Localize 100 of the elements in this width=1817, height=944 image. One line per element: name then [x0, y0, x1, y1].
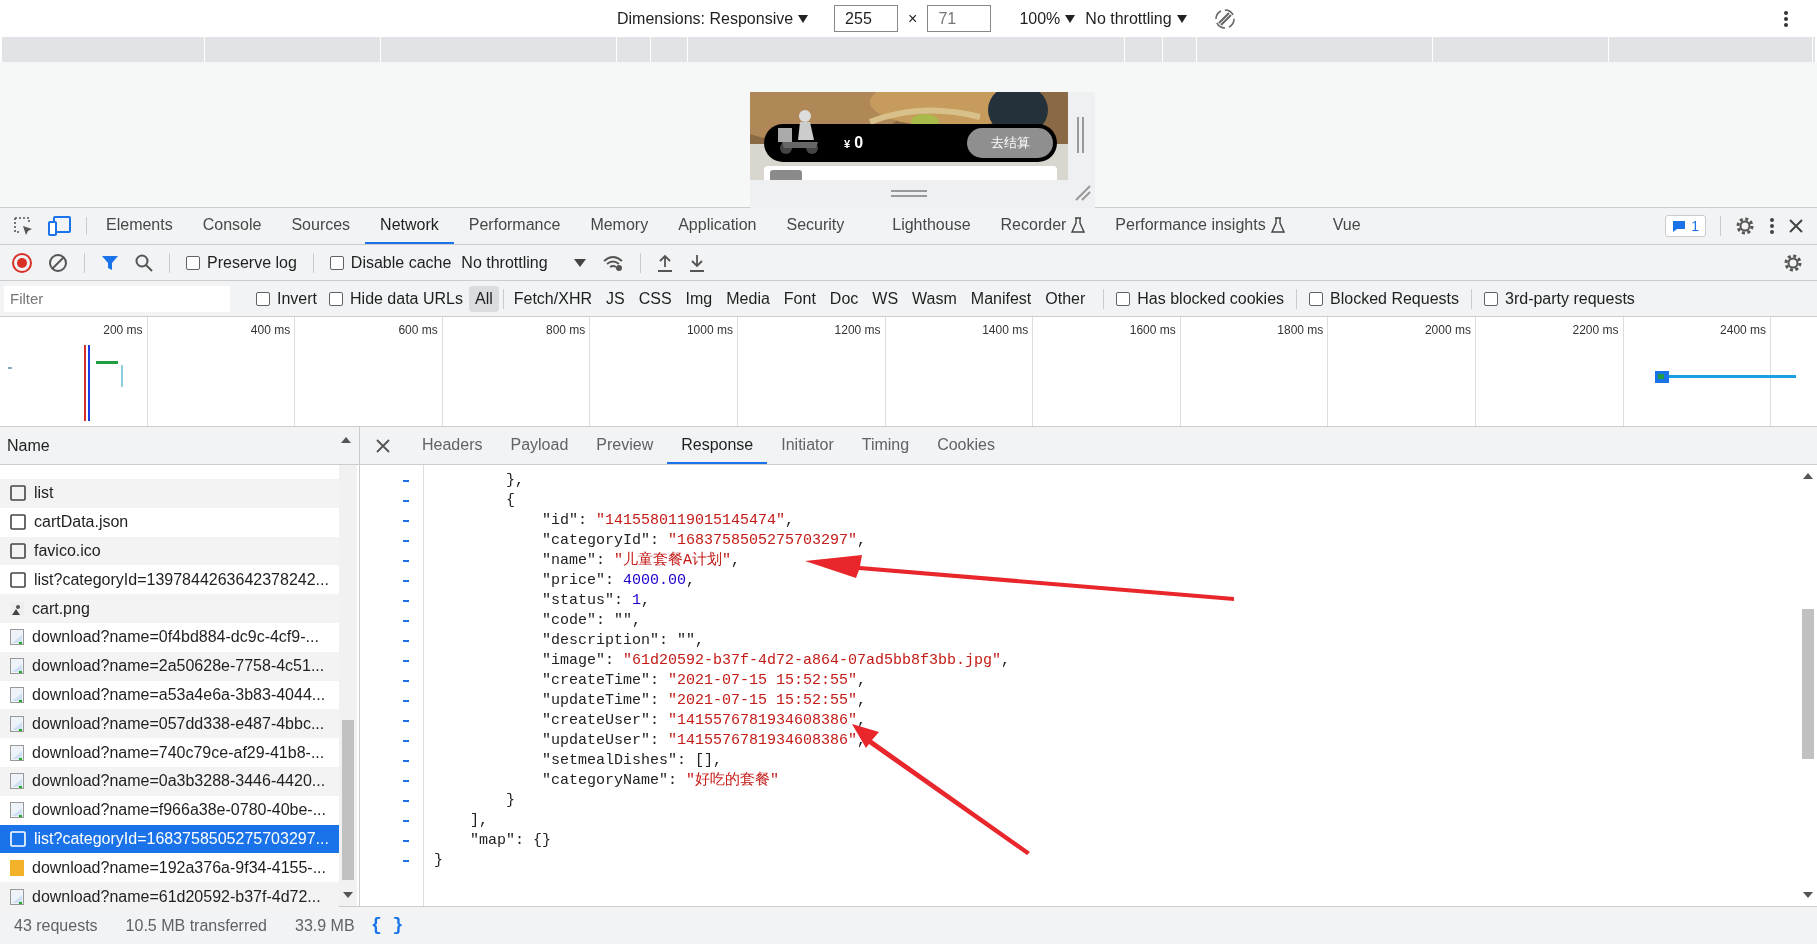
detail-tab[interactable]: Preview [582, 427, 668, 464]
fold-marker[interactable] [403, 760, 409, 762]
settings-icon[interactable] [1783, 252, 1803, 273]
filter-field[interactable]: Filter [4, 285, 230, 312]
clear-icon[interactable] [48, 252, 68, 273]
upload-icon[interactable] [656, 253, 673, 272]
fold-marker[interactable] [403, 540, 409, 542]
zoom-dropdown[interactable]: 100% [1019, 6, 1076, 31]
rotate-icon[interactable] [1212, 6, 1237, 31]
fold-marker[interactable] [403, 680, 409, 682]
fold-marker[interactable] [403, 820, 409, 822]
checkbox-label[interactable]: Disable cache [350, 250, 452, 275]
detail-tab[interactable]: Cookies [923, 427, 1009, 464]
type-filter[interactable]: WS [866, 285, 905, 312]
fold-marker[interactable] [403, 720, 409, 722]
detail-tab[interactable]: Payload [496, 427, 583, 464]
network-conditions-icon[interactable] [601, 253, 624, 272]
record-icon[interactable] [12, 252, 32, 273]
fold-marker[interactable] [403, 640, 409, 642]
throttling-dropdown[interactable]: No throttling [461, 250, 586, 275]
close-icon[interactable] [376, 438, 390, 453]
fold-marker[interactable] [403, 860, 409, 862]
request-row[interactable]: cart.png [0, 594, 339, 623]
close-icon[interactable] [1789, 219, 1803, 233]
fold-marker[interactable] [403, 520, 409, 522]
more-icon[interactable] [1769, 217, 1775, 235]
checkbox[interactable] [186, 255, 200, 270]
type-filter[interactable]: JS [600, 285, 631, 312]
scrollbar-thumb[interactable] [1802, 609, 1814, 759]
column-header[interactable]: Name [7, 433, 50, 458]
scroll-up-icon[interactable] [1803, 473, 1813, 479]
detail-tab[interactable]: Headers [408, 427, 497, 464]
devtools-tab[interactable]: Application [663, 208, 772, 244]
issues-badge[interactable]: 1 [1665, 215, 1706, 237]
fold-marker[interactable] [403, 600, 409, 602]
request-row[interactable]: download?name=2a50628e-7758-4c51... [0, 651, 339, 681]
filter-icon[interactable] [101, 253, 119, 272]
fold-marker[interactable] [403, 780, 409, 782]
checkbox[interactable] [1116, 291, 1131, 306]
checkbox[interactable] [1484, 291, 1498, 306]
fold-marker[interactable] [403, 500, 409, 502]
resize-corner-icon[interactable] [1074, 184, 1092, 202]
sort-arrow-icon[interactable] [341, 437, 351, 443]
checkbox[interactable] [256, 291, 270, 306]
request-row[interactable]: download?name=0a3b3288-3446-4420... [0, 766, 339, 796]
scroll-down-icon[interactable] [343, 892, 353, 898]
detail-tab[interactable]: Initiator [767, 427, 848, 464]
width-field[interactable]: 255 [834, 5, 899, 32]
fold-marker[interactable] [403, 740, 409, 742]
detail-tab[interactable]: Response [667, 427, 768, 464]
settings-icon[interactable] [1735, 216, 1755, 236]
checkbox-label[interactable]: Invert [277, 286, 317, 311]
request-row[interactable]: list?categoryId=1683758505275703297... [0, 824, 339, 854]
request-row[interactable]: list [0, 479, 339, 508]
checkbox[interactable] [329, 255, 344, 270]
request-row[interactable]: download?name=057dd338-e487-4bbc... [0, 709, 339, 739]
inspect-icon[interactable] [12, 215, 34, 237]
devtools-tab[interactable]: Sources [276, 208, 366, 244]
fold-marker[interactable] [403, 660, 409, 662]
scrollbar[interactable] [339, 465, 357, 906]
more-icon[interactable] [1783, 10, 1789, 28]
type-filter[interactable]: Other [1039, 285, 1092, 312]
dimensions-dropdown[interactable]: Dimensions: Responsive [617, 6, 809, 31]
devtools-tab[interactable]: Security [771, 208, 860, 244]
fold-marker[interactable] [403, 480, 409, 482]
fold-marker[interactable] [403, 560, 409, 562]
resize-handle[interactable] [1068, 92, 1095, 208]
type-filter[interactable]: Wasm [906, 285, 963, 312]
checkbox-label[interactable]: Preserve log [207, 250, 297, 275]
pretty-print-button[interactable]: { } [371, 912, 404, 939]
fold-marker[interactable] [403, 580, 409, 582]
fold-marker[interactable] [403, 840, 409, 842]
checkbox[interactable] [1309, 291, 1324, 306]
devtools-tab[interactable]: Performance insights [1100, 208, 1300, 244]
type-filter[interactable]: CSS [632, 285, 678, 312]
throttling-dropdown[interactable]: No throttling [1085, 6, 1187, 31]
devtools-tab[interactable]: Vue [1317, 208, 1376, 244]
fold-marker[interactable] [403, 620, 409, 622]
scroll-down-icon[interactable] [1803, 892, 1813, 898]
fold-marker[interactable] [403, 700, 409, 702]
type-filter[interactable]: Doc [823, 285, 865, 312]
checkbox-label[interactable]: 3rd-party requests [1505, 286, 1635, 311]
devtools-tab[interactable]: Performance [453, 208, 576, 244]
type-filter[interactable]: Manifest [964, 285, 1038, 312]
type-filter[interactable]: Img [679, 285, 719, 312]
search-icon[interactable] [135, 253, 153, 272]
checkbox-label[interactable]: Blocked Requests [1330, 286, 1459, 311]
devtools-tab[interactable]: Recorder [985, 208, 1101, 244]
devtools-tab[interactable]: Memory [575, 208, 664, 244]
type-filter[interactable]: Media [720, 285, 776, 312]
height-field[interactable]: 71 [927, 5, 992, 32]
checkbox-label[interactable]: Hide data URLs [350, 286, 463, 311]
device-icon[interactable] [48, 215, 72, 237]
devtools-tab[interactable]: Elements [91, 208, 188, 244]
detail-tab[interactable]: Timing [847, 427, 924, 464]
download-icon[interactable] [688, 253, 705, 272]
type-filter[interactable]: Fetch/XHR [507, 285, 598, 312]
request-row[interactable]: favico.ico [0, 536, 339, 566]
fold-marker[interactable] [403, 800, 409, 802]
checkbox-label[interactable]: Has blocked cookies [1137, 286, 1285, 311]
